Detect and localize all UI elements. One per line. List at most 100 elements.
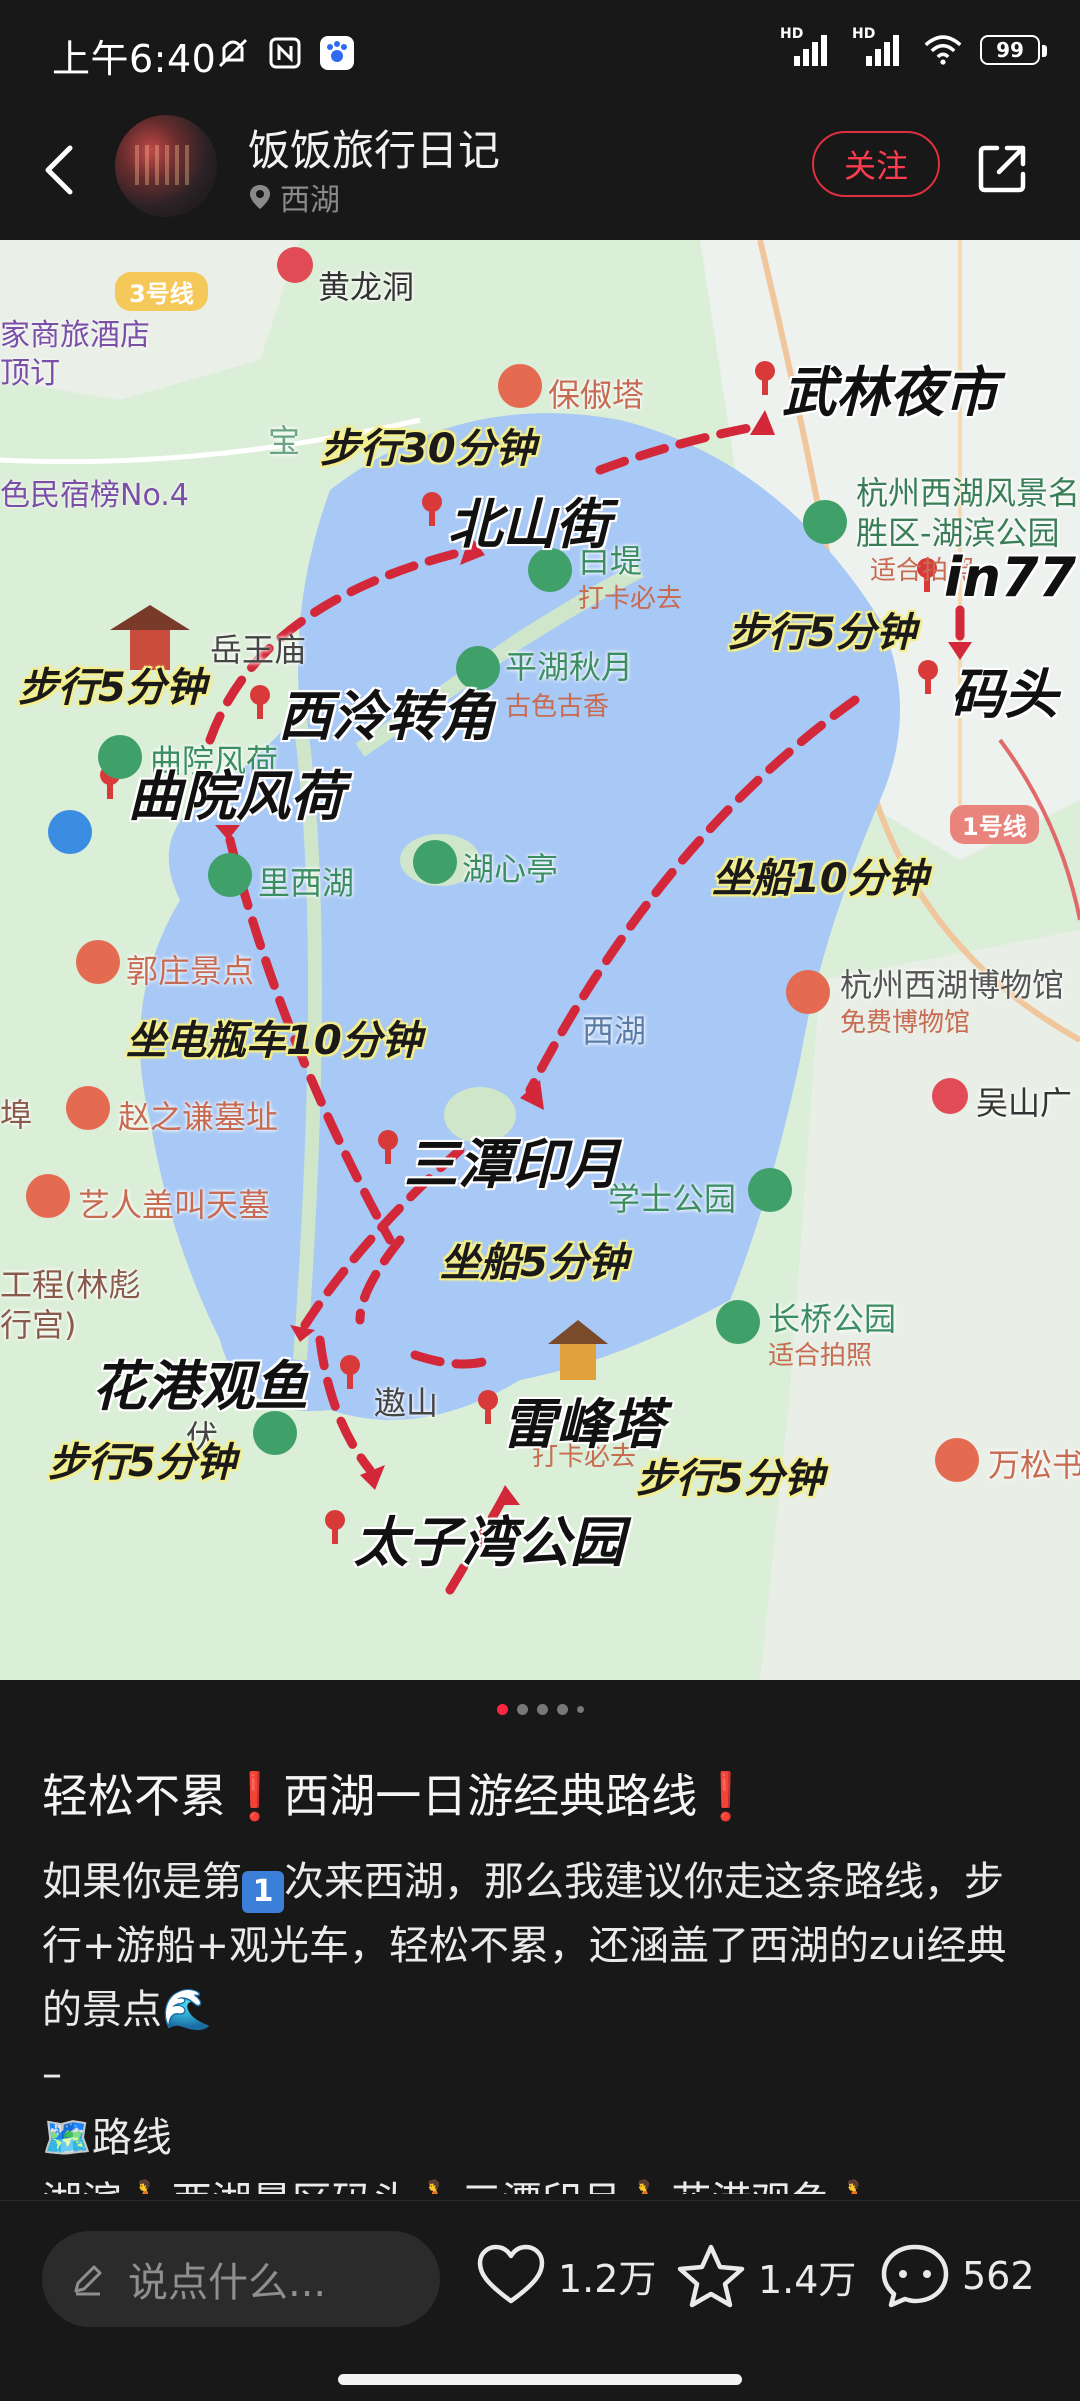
- carousel-dot: [556, 1704, 568, 1715]
- poi-zhaozhiqian: 赵之谦墓址: [118, 1098, 279, 1136]
- post-body: 如果你是第 1 次来西湖，那么我建议你走这条路线，步行+游船+观光车，轻松不累，还涵…: [42, 1850, 1042, 2194]
- carousel-dot: [576, 1706, 584, 1713]
- segment-boat-5: 坐船5分钟: [440, 1240, 628, 1286]
- author-avatar[interactable]: [115, 115, 217, 217]
- heart-icon: [477, 2244, 545, 2304]
- side-text-palace: 行宫): [0, 1306, 77, 1344]
- poi-gaijiaotian: 艺人盖叫天墓: [78, 1186, 271, 1224]
- poi-west-lake-museum: 杭州西湖博物馆: [840, 966, 1065, 1004]
- battery-icon: 99: [980, 35, 1047, 65]
- comment-input[interactable]: 说点什么...: [42, 2231, 440, 2327]
- carousel-indicator: [0, 1704, 1080, 1715]
- poi-huxinting: 湖心亭: [462, 850, 559, 888]
- signal-hd-label: HD: [780, 26, 804, 42]
- carousel-dot: [496, 1704, 508, 1715]
- collect-count: 1.4万: [758, 2257, 857, 2302]
- stop-quyuan-fenghe: 曲院风荷: [128, 765, 344, 828]
- signal-icon: HD: [780, 26, 834, 70]
- segment-walk-30: 步行30分钟: [320, 426, 536, 472]
- poi-yuewangmiao: 岳王庙: [210, 631, 307, 669]
- poi-changqiao-park: 长桥公园: [768, 1300, 897, 1338]
- wave-emoji: 🌊: [162, 1987, 212, 2033]
- poi-guozhuang: 郭庄景点: [126, 952, 255, 990]
- poi-xihu: 西湖: [582, 1012, 647, 1050]
- author-name[interactable]: 饭饭旅行日记: [248, 117, 500, 178]
- comment-count: 562: [962, 2254, 1035, 2298]
- post-header: 饭饭旅行日记 西湖 关注: [0, 105, 1080, 240]
- back-button[interactable]: [30, 135, 90, 205]
- segment-walk-5-bottom-left: 步行5分钟: [48, 1440, 236, 1486]
- like-button[interactable]: 1.2万: [476, 2243, 656, 2307]
- bottom-action-bar: 说点什么... 1.2万 1.4万 562: [0, 2200, 1080, 2401]
- nfc-icon: [266, 34, 304, 72]
- stop-santan-yinyue: 三潭印月: [404, 1133, 620, 1196]
- poi-baiti-tag: 打卡必去: [578, 584, 683, 614]
- like-count: 1.2万: [558, 2256, 657, 2301]
- stop-huagang-guanyu: 花港观鱼: [92, 1355, 308, 1418]
- carousel-dot: [536, 1704, 548, 1715]
- share-button[interactable]: [968, 133, 1038, 203]
- route-map-image[interactable]: 3号线 1号线 家商旅酒店 顶订 色民宿榜No.4 工程(林彪 行宫) 埠 黄龙…: [0, 240, 1080, 1680]
- follow-button[interactable]: 关注: [812, 131, 940, 197]
- pencil-icon: [74, 2265, 102, 2296]
- collect-button[interactable]: 1.4万: [676, 2243, 856, 2309]
- keycap-one-emoji: 1: [242, 1871, 284, 1913]
- status-right: HD HD 99: [780, 26, 1047, 70]
- side-text-homestay: 色民宿榜No.4: [0, 478, 189, 513]
- poi-pinghuqiuyue: 平湖秋月: [505, 648, 634, 686]
- poi-aoshan: 遨山: [374, 1384, 439, 1422]
- post-body-route-heading: 🗺️路线: [42, 2106, 1042, 2170]
- post-body-paragraph: 如果你是第 1 次来西湖，那么我建议你走这条路线，步行+游船+观光车，轻松不累，还涵…: [42, 1850, 1042, 2042]
- status-time: 上午6:40: [52, 37, 217, 81]
- baidu-app-icon: [318, 34, 356, 72]
- stop-beishan-street: 北山街: [448, 493, 610, 556]
- segment-walk-5-right: 步行5分钟: [728, 610, 916, 656]
- wifi-icon: [924, 31, 962, 69]
- carousel-dot: [516, 1704, 528, 1715]
- chevron-left-icon: [45, 145, 73, 195]
- poi-xueshi-park: 学士公园: [608, 1180, 737, 1218]
- location-pin-icon: [250, 185, 270, 209]
- side-text-order: 顶订: [0, 356, 60, 391]
- stop-taiziwan-park: 太子湾公园: [354, 1511, 624, 1574]
- segment-ebike-10: 坐电瓶车10分钟: [126, 1018, 422, 1064]
- poi-wushan: 吴山广: [976, 1084, 1073, 1122]
- stop-xiling-corner: 西泠转角: [278, 685, 494, 748]
- stop-in77: in77: [944, 546, 1077, 609]
- mute-icon: [214, 34, 252, 72]
- comment-button[interactable]: 562: [880, 2243, 1035, 2309]
- body-text: 路线: [91, 2115, 172, 2161]
- post-body-divider: –: [42, 2051, 62, 2097]
- status-bar: 上午6:40 HD HD 99: [0, 0, 1080, 105]
- poi-huanglongdong: 黄龙洞: [318, 268, 415, 306]
- home-indicator[interactable]: [338, 2374, 742, 2385]
- stop-pier: 码头: [950, 663, 1058, 726]
- comment-bubble-icon: [881, 2244, 949, 2308]
- signal-hd-label-2: HD: [852, 26, 876, 42]
- poi-changqiao-tag: 适合拍照: [768, 1341, 873, 1371]
- status-icons: [214, 34, 356, 72]
- star-icon: [677, 2244, 745, 2308]
- segment-boat-10: 坐船10分钟: [712, 856, 928, 902]
- comment-placeholder: 说点什么...: [128, 2260, 327, 2306]
- poi-bao: 宝: [268, 422, 301, 460]
- signal-icon-2: HD: [852, 26, 906, 70]
- post-title: 轻松不累❗西湖一日游经典路线❗: [42, 1769, 755, 1823]
- poi-baochuta: 保俶塔: [548, 376, 645, 414]
- location-label: 西湖: [280, 183, 340, 218]
- stop-wulin-night-market: 武林夜市: [782, 361, 998, 424]
- segment-walk-5-bottom-right: 步行5分钟: [636, 1456, 824, 1502]
- poi-wansong: 万松书院: [988, 1446, 1080, 1484]
- segment-walk-5-left: 步行5分钟: [18, 665, 206, 711]
- map-emoji: 🗺️: [42, 2115, 92, 2161]
- post-body-route-line: 湖滨🚶西湖景区码头🚶三潭印月🚶花港观鱼🚶: [42, 2170, 1042, 2194]
- body-text: 如果你是第: [42, 1859, 242, 1905]
- side-text-bu: 埠: [0, 1096, 33, 1134]
- metro-line-1: 1号线: [950, 805, 1039, 844]
- poi-museum-tag: 免费博物馆: [840, 1008, 971, 1038]
- share-icon: [978, 145, 1026, 193]
- location-tag[interactable]: 西湖: [248, 175, 340, 219]
- poi-lixihu: 里西湖: [258, 864, 355, 902]
- metro-line-3: 3号线: [115, 272, 208, 311]
- poi-pinghuqiuyue-tag: 古色古香: [505, 692, 610, 722]
